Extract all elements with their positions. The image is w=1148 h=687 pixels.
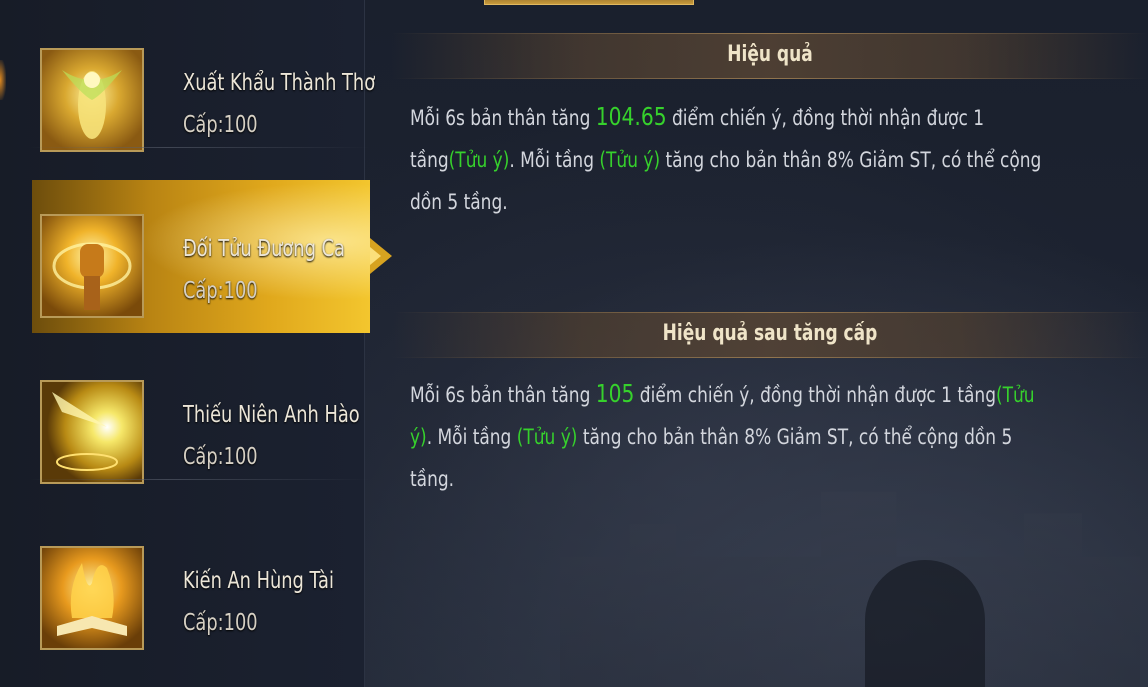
skill-level: Cấp:100 (183, 278, 258, 304)
flaming-book-icon (40, 546, 144, 650)
upgrade-value: 105 (595, 379, 635, 408)
upgrade-header: Hiệu quả sau tăng cấp (392, 312, 1148, 358)
golden-fist-icon (40, 214, 144, 318)
effect-tag: (Tửu ý) (599, 148, 661, 172)
castle-gate (865, 560, 985, 687)
skill-item-doi-tuu-duong-ca[interactable]: Đối Tửu Đương Ca Cấp:100 (0, 178, 370, 318)
effect-text: Mỗi 6s bản thân tăng (410, 106, 596, 130)
divider (30, 147, 370, 148)
upgrade-text: Mỗi 6s bản thân tăng (410, 383, 596, 407)
upgrade-text: . Mỗi tầng (426, 425, 517, 449)
skill-level: Cấp:100 (183, 444, 258, 470)
effect-text: . Mỗi tầng (509, 148, 600, 172)
effect-value: 104.65 (595, 102, 667, 131)
skill-level: Cấp:100 (183, 112, 258, 138)
effect-header: Hiệu quả (392, 33, 1148, 79)
effect-title: Hiệu quả (727, 42, 813, 67)
skill-level: Cấp:100 (183, 610, 258, 636)
top-tab-edge (484, 0, 694, 5)
golden-figure-icon (40, 48, 144, 152)
skill-name: Thiếu Niên Anh Hào (183, 402, 360, 428)
light-burst-icon (40, 380, 144, 484)
effect-tag: (Tửu ý) (448, 148, 510, 172)
skill-item-kien-an-hung-tai[interactable]: Kiến An Hùng Tài Cấp:100 (0, 510, 370, 650)
selection-arrow-inner (370, 247, 381, 265)
upgrade-tag: (Tửu ý) (516, 425, 578, 449)
upgrade-text: điểm chiến ý, đồng thời nhận được 1 tầng (634, 383, 996, 407)
effect-description: Mỗi 6s bản thân tăng 104.65 điểm chiến ý… (410, 96, 1058, 223)
skill-item-thieu-nien-anh-hao[interactable]: Thiếu Niên Anh Hào Cấp:100 (0, 344, 370, 484)
skill-item-xuat-khau-thanh-tho[interactable]: Xuất Khẩu Thành Thơ Cấp:100 (0, 12, 375, 152)
divider (30, 479, 370, 480)
skill-name: Đối Tửu Đương Ca (183, 236, 345, 262)
skill-name: Kiến An Hùng Tài (183, 568, 334, 594)
skill-name: Xuất Khẩu Thành Thơ (183, 70, 376, 96)
upgrade-title: Hiệu quả sau tăng cấp (662, 321, 878, 346)
upgrade-description: Mỗi 6s bản thân tăng 105 điểm chiến ý, đ… (410, 373, 1058, 500)
